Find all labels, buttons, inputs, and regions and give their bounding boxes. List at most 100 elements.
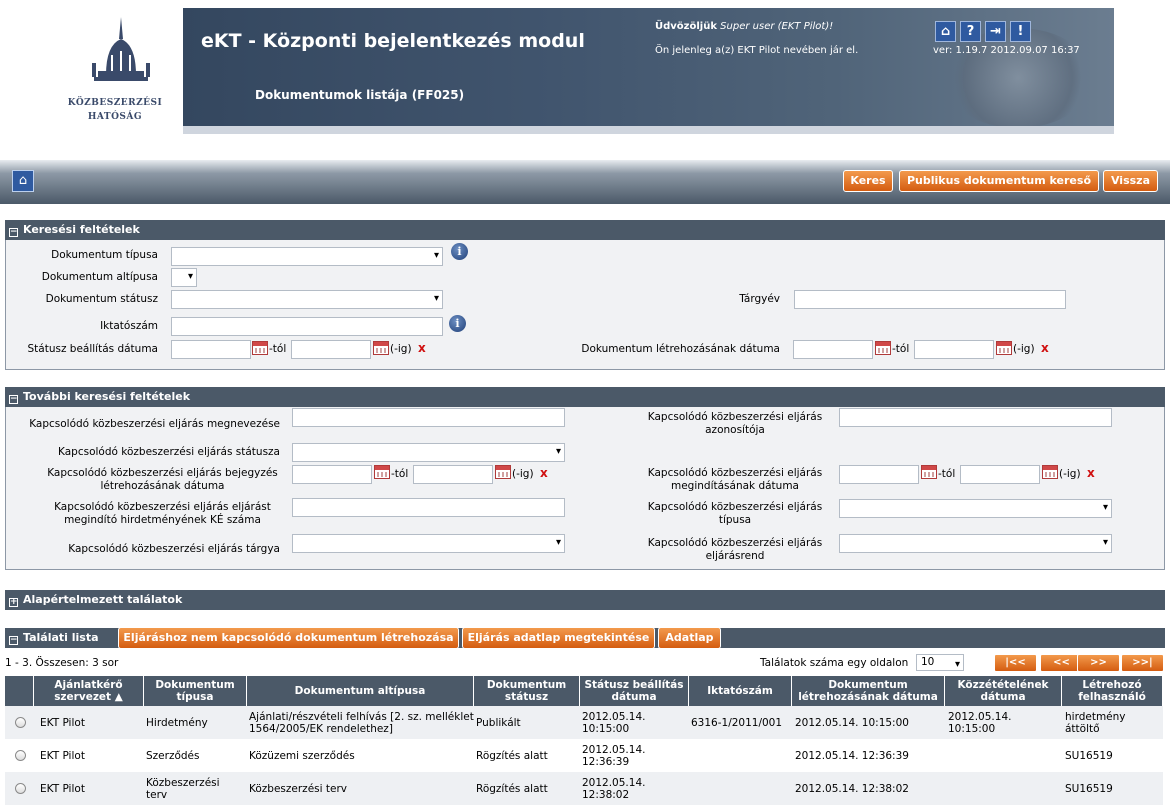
welcome-prefix: Üdvözöljük [655,21,717,32]
clear-date-icon[interactable]: x [418,341,426,355]
to-suffix: (-ig) [390,343,412,355]
doc-type-select[interactable] [171,247,443,266]
clear-date-icon[interactable]: x [1041,341,1049,355]
calendar-icon[interactable] [252,341,268,355]
search-panel-header[interactable]: − Keresési feltételek [5,220,1165,240]
app-title: eKT - Központi bejelentkezés modul [201,30,585,52]
next-page-button[interactable]: >> [1077,654,1120,672]
cell-subtype: Közbeszerzési terv [249,782,347,795]
proc-notice-label: Kapcsolódó közbeszerzési eljárás eljárás… [54,501,271,526]
home-icon[interactable]: ⌂ [935,21,956,42]
proc-start-date-from-input[interactable] [839,465,919,484]
defaults-panel-header[interactable]: + Alapértelmezett találatok [5,590,1165,610]
doc-subtype-label: Dokumentum altípusa [41,271,158,283]
cell-published [948,772,1038,805]
cell-subtype: Ajánlati/részvételi felhívás [2. sz. mel… [249,710,474,735]
row-radio[interactable] [15,750,26,761]
column-header-filing-no[interactable]: Iktatószám [689,676,792,706]
to-suffix: (-ig) [1013,343,1035,355]
proc-reg-date-from-input[interactable] [292,465,372,484]
first-page-button[interactable]: |<< [994,654,1037,672]
doc-status-select[interactable] [171,290,443,309]
subject-year-label: Tárgyév [739,293,780,305]
cell-created: 2012.05.14. 12:38:02 [795,782,909,795]
version-text: ver: 1.19.7 2012.09.07 16:37 [933,45,1080,56]
column-header-org[interactable]: Ajánlatkérő szervezet ▲ [34,676,144,706]
calendar-icon[interactable] [921,465,937,479]
column-header-published[interactable]: Közzétételének dátuma [945,676,1062,706]
from-suffix: -tól [269,343,287,355]
status-date-to-input[interactable] [291,340,371,359]
cell-creator: hirdetmény áttöltő [1065,710,1126,735]
row-radio[interactable] [15,783,26,794]
per-page-label: Találatok száma egy oldalon [760,657,909,669]
created-date-from-input[interactable] [793,340,873,359]
cell-org: EKT Pilot [40,716,85,729]
clear-date-icon[interactable]: x [1087,466,1095,480]
back-button[interactable]: Vissza [1103,170,1158,192]
proc-regime-select[interactable] [839,534,1112,553]
proc-name-input[interactable] [292,408,565,427]
proc-type-label: Kapcsolódó közbeszerzési eljárás típusa [647,501,823,526]
row-radio[interactable] [15,717,26,728]
collapse-icon[interactable]: − [9,395,18,404]
create-document-button[interactable]: Eljáráshoz nem kapcsolódó dokumentum lét… [118,627,459,649]
column-header-type[interactable]: Dokumentum típusa [144,676,247,706]
results-summary: 1 - 3. Összesen: 3 sor [5,657,119,669]
column-header-status-date[interactable]: Státusz beállítás dátuma [580,676,689,706]
column-header-status[interactable]: Dokumentum státusz [474,676,580,706]
cell-creator: SU16519 [1065,749,1113,762]
last-page-button[interactable]: >>| [1121,654,1164,672]
proc-subject-select[interactable] [292,534,565,553]
public-search-button[interactable]: Publikus dokumentum kereső [899,170,1099,192]
cell-status-date: 2012.05.14. 12:36:39 [582,743,646,768]
logo-line1: Közbeszerzési [67,98,163,108]
logo-area: Közbeszerzési Hatóság [0,0,183,150]
cell-published: 2012.05.14. 10:15:00 [948,710,1012,735]
status-date-from-input[interactable] [171,340,251,359]
search-button[interactable]: Keres [843,170,893,192]
proc-notice-input[interactable] [292,498,565,517]
from-suffix: -tól [391,468,409,480]
proc-status-select[interactable] [292,443,565,462]
doc-subtype-select[interactable] [171,268,197,287]
table-row[interactable]: EKT Pilot Közbeszerzési terv Közbeszerzé… [5,772,1163,805]
alert-icon[interactable]: ! [1010,21,1031,42]
calendar-icon[interactable] [875,341,891,355]
toolbar-home-icon[interactable]: ⌂ [12,170,34,192]
calendar-icon[interactable] [374,465,390,479]
proc-status-label: Kapcsolódó közbeszerzési eljárás státusz… [58,446,280,458]
proc-name-label: Kapcsolódó közbeszerzési eljárás megneve… [29,418,280,430]
column-header-creator[interactable]: Létrehozó felhasználó [1062,676,1163,706]
column-header-created[interactable]: Dokumentum létrehozásának dátuma [792,676,945,706]
datasheet-button[interactable]: Adatlap [658,627,721,649]
more-search-panel-header[interactable]: − További keresési feltételek [5,387,1165,407]
subject-year-input[interactable] [794,290,1066,309]
calendar-icon[interactable] [1042,465,1058,479]
column-header-subtype[interactable]: Dokumentum altípusa [247,676,474,706]
calendar-icon[interactable] [495,465,511,479]
calendar-icon[interactable] [373,341,389,355]
logout-icon[interactable]: ⇥ [985,21,1006,42]
proc-id-input[interactable] [839,408,1112,427]
logo-dome-icon [92,17,150,81]
calendar-icon[interactable] [996,341,1012,355]
created-date-to-input[interactable] [914,340,994,359]
view-procedure-button[interactable]: Eljárás adatlap megtekintése [462,627,655,649]
expand-icon[interactable]: + [9,598,18,607]
per-page-select[interactable]: 10 [916,654,964,672]
proc-type-select[interactable] [839,499,1112,518]
collapse-icon[interactable]: − [9,636,18,645]
table-row[interactable]: EKT Pilot Hirdetmény Ajánlati/részvételi… [5,706,1163,739]
help-icon[interactable]: ? [960,21,981,42]
collapse-icon[interactable]: − [9,228,18,237]
clear-date-icon[interactable]: x [540,466,548,480]
logo-text: Közbeszerzési Hatóság [60,96,170,124]
proc-start-date-to-input[interactable] [960,465,1040,484]
cell-status: Publikált [476,716,521,729]
filing-number-input[interactable] [171,317,443,336]
table-row[interactable]: EKT Pilot Szerződés Közüzemi szerződés R… [5,739,1163,772]
info-icon[interactable]: i [451,243,468,260]
info-icon[interactable]: i [449,315,466,332]
proc-reg-date-to-input[interactable] [413,465,493,484]
